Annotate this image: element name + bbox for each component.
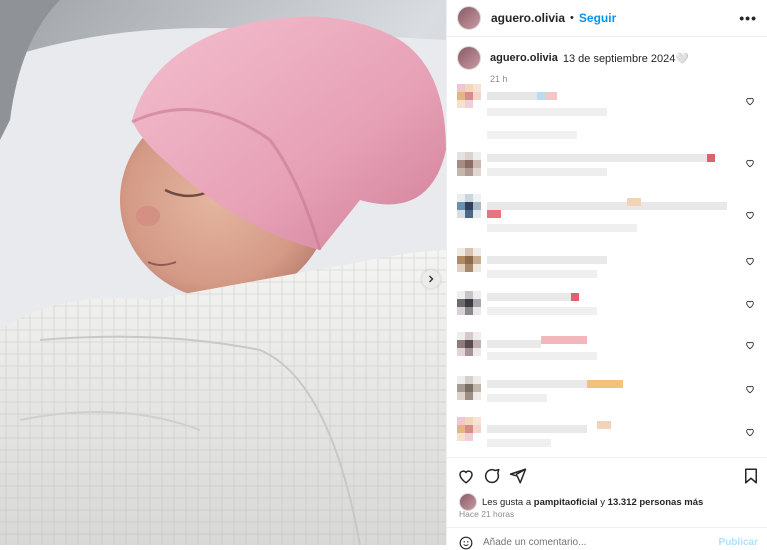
comment-icon[interactable] bbox=[483, 467, 501, 485]
likes-prefix: Les gusta a bbox=[482, 496, 532, 508]
comment-avatar-pixelated bbox=[457, 332, 481, 356]
share-icon[interactable] bbox=[509, 467, 527, 485]
bookmark-icon[interactable] bbox=[742, 467, 760, 485]
comment-avatar-pixelated bbox=[457, 248, 481, 272]
more-options-button[interactable]: ••• bbox=[739, 10, 757, 26]
comment-avatar-pixelated bbox=[457, 417, 481, 441]
likes-count[interactable]: 13.312 personas más bbox=[608, 497, 704, 508]
publish-button[interactable]: Publicar bbox=[719, 537, 758, 548]
comment-input[interactable] bbox=[483, 537, 683, 548]
post-photo[interactable] bbox=[0, 0, 446, 545]
follow-button[interactable]: Seguir bbox=[579, 11, 616, 25]
author-avatar[interactable] bbox=[457, 6, 481, 30]
post-side-panel: aguero.olivia • Seguir ••• aguero.olivia… bbox=[446, 0, 767, 550]
comment-avatar-pixelated bbox=[457, 291, 481, 315]
likes-connector: y bbox=[600, 496, 606, 508]
heart-icon[interactable] bbox=[745, 96, 755, 106]
author-username[interactable]: aguero.olivia bbox=[491, 11, 565, 25]
heart-icon[interactable] bbox=[745, 256, 755, 266]
heart-icon[interactable] bbox=[745, 340, 755, 350]
post-actions-bar bbox=[447, 457, 767, 490]
next-photo-button[interactable] bbox=[422, 270, 440, 288]
heart-icon[interactable] bbox=[745, 384, 755, 394]
heart-icon[interactable] bbox=[745, 427, 755, 437]
caption-avatar[interactable] bbox=[457, 46, 481, 70]
heart-icon[interactable] bbox=[745, 210, 755, 220]
heart-icon[interactable] bbox=[745, 158, 755, 168]
liker-username[interactable]: pampitaoficial bbox=[534, 497, 598, 508]
caption-username[interactable]: aguero.olivia bbox=[490, 52, 558, 64]
comment-avatar-pixelated bbox=[457, 376, 481, 400]
separator-dot: • bbox=[570, 12, 574, 24]
heart-icon[interactable] bbox=[457, 467, 475, 485]
post-caption: aguero.olivia 13 de septiembre 2024🤍 21 … bbox=[457, 46, 757, 84]
emoji-icon[interactable] bbox=[459, 536, 473, 550]
comment-avatar-pixelated bbox=[457, 152, 481, 176]
comment-avatar-pixelated bbox=[457, 194, 481, 218]
chevron-right-icon bbox=[429, 275, 434, 283]
caption-text: 13 de septiembre 2024🤍 bbox=[562, 52, 690, 65]
baby-photo-image bbox=[0, 0, 446, 545]
add-comment-bar: Publicar bbox=[447, 527, 767, 550]
caption-time[interactable]: 21 h bbox=[490, 74, 757, 84]
heart-icon[interactable] bbox=[745, 299, 755, 309]
post-header: aguero.olivia • Seguir ••• bbox=[447, 0, 767, 37]
comment-avatar-pixelated bbox=[457, 84, 481, 108]
post-timestamp[interactable]: Hace 21 horas bbox=[459, 509, 514, 519]
